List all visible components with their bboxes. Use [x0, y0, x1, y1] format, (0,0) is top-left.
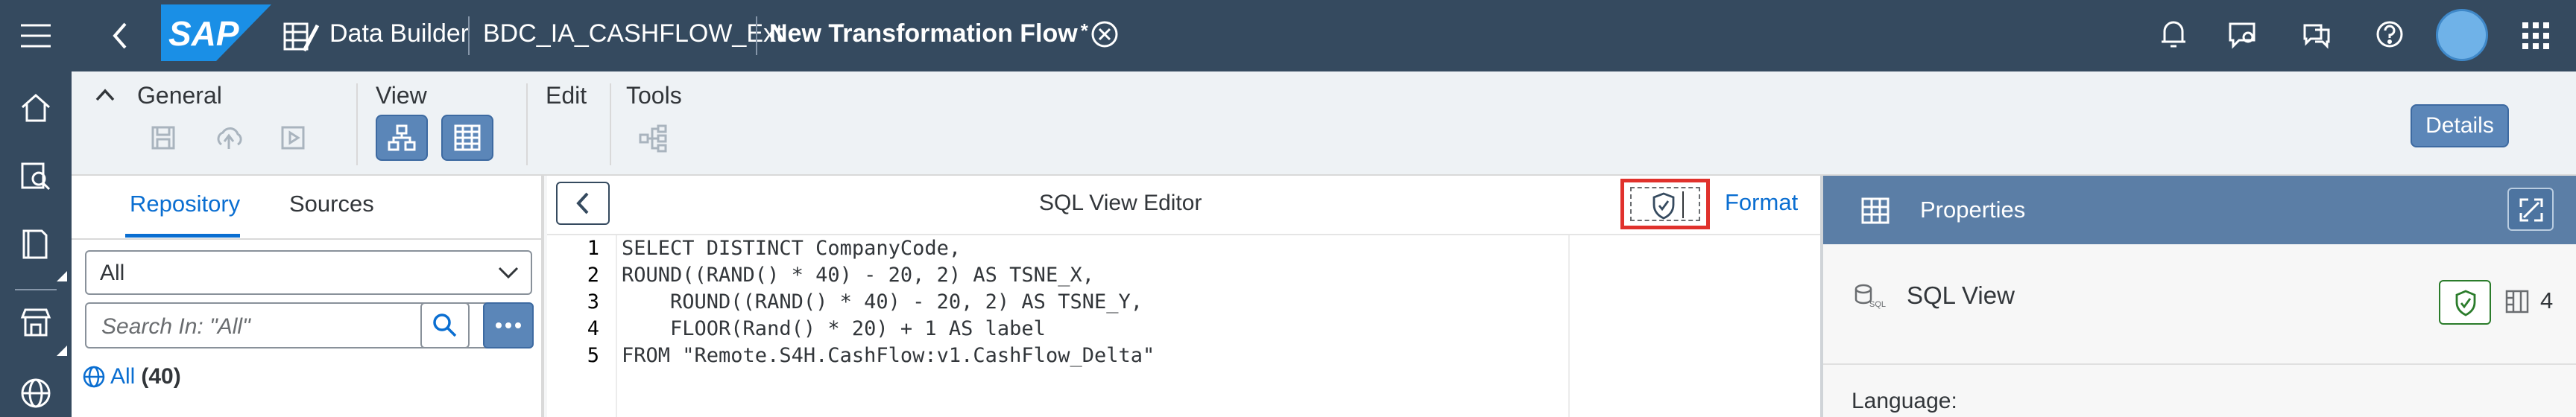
data-preview-button[interactable]: [441, 115, 493, 161]
discussions-icon[interactable]: [2300, 18, 2333, 51]
code-line: FROM "Remote.S4H.CashFlow:v1.CashFlow_De…: [622, 344, 1155, 367]
impact-lineage-button[interactable]: [626, 115, 678, 161]
save-button[interactable]: [137, 115, 189, 161]
tree-item-label: All: [110, 364, 136, 389]
column-count: 4: [2540, 287, 2554, 313]
flow-title: New Transformation Flow *: [769, 19, 1088, 48]
diagram-view-button[interactable]: [376, 115, 428, 161]
overflow-icon: [496, 322, 521, 328]
language-label: Language:: [1852, 389, 1957, 413]
code-line: SELECT DISTINCT CompanyCode,: [622, 237, 962, 260]
tools-group-label: Tools: [626, 82, 682, 109]
minimap-separator: [1568, 235, 1570, 417]
sql-editor-panel: SQL View Editor Format 1 2 3 4 5 SELECT …: [547, 176, 1820, 417]
nav-divider: [15, 289, 57, 290]
run-button[interactable]: [267, 115, 319, 161]
object-type-label: SQL View: [1907, 281, 2015, 309]
code-line: FLOOR(Rand() * 20) + 1 AS label: [622, 317, 1046, 340]
filter-select[interactable]: All: [85, 250, 532, 295]
properties-title: Properties: [1920, 197, 2026, 223]
properties-header: Properties: [1823, 176, 2576, 244]
editor-title: SQL View Editor: [1039, 191, 1202, 215]
validate-button[interactable]: [1620, 179, 1710, 229]
avatar[interactable]: [2436, 9, 2488, 61]
expand-arrow-icon: [57, 271, 67, 281]
code-area[interactable]: SELECT DISTINCT CompanyCode, ROUND((RAND…: [622, 235, 1561, 369]
code-line: ROUND((RAND() * 40) - 20, 2) AS TSNE_Y,: [622, 290, 1143, 313]
app-name[interactable]: Data Builder: [329, 19, 469, 48]
shell-separator: [756, 16, 757, 55]
marketplace-icon[interactable]: [19, 307, 52, 340]
toolbar-separator: [526, 83, 528, 165]
repository-panel: Repository Sources All Search In: "All" …: [72, 176, 544, 417]
edit-group-label: Edit: [546, 82, 587, 109]
fullscreen-button[interactable]: [2507, 188, 2554, 231]
toolbar: General View Edit Tools Details: [72, 71, 2576, 176]
data-access-icon[interactable]: [19, 159, 52, 192]
general-group-label: General: [137, 82, 222, 109]
deploy-button[interactable]: [203, 115, 255, 161]
collapse-panel-button[interactable]: [556, 182, 610, 225]
tab-sources[interactable]: Sources: [289, 191, 374, 217]
close-icon[interactable]: [1090, 19, 1120, 49]
search-icon: [433, 313, 457, 337]
sql-icon: SQL: [1854, 284, 1886, 309]
sap-logo[interactable]: SAP: [161, 4, 271, 61]
code-line: ROUND((RAND() * 40) - 20, 2) AS TSNE_X,: [622, 264, 1094, 287]
tab-repository[interactable]: Repository: [130, 191, 240, 217]
shell-bar: SAP Data Builder BDC_IA_CASHFLOW_Ext New…: [0, 0, 2576, 71]
validate-status-button[interactable]: [2439, 280, 2491, 325]
data-builder-icon: [282, 18, 321, 54]
shield-check-icon: [2455, 290, 2476, 316]
format-button[interactable]: Format: [1725, 189, 1798, 216]
fullscreen-icon: [2519, 198, 2543, 222]
shield-check-icon: [1652, 192, 1675, 220]
connections-icon[interactable]: [18, 375, 54, 411]
home-icon[interactable]: [19, 92, 52, 125]
tree-item-count: (40): [141, 364, 181, 389]
menu-icon[interactable]: [16, 21, 55, 51]
tree-item-all[interactable]: All (40): [82, 362, 181, 392]
properties-panel: Properties SQL SQL View 4 Language:: [1820, 176, 2576, 417]
columns-icon: [2505, 290, 2529, 313]
details-button[interactable]: Details: [2411, 104, 2509, 147]
toolbar-separator: [356, 83, 358, 165]
shell-separator: [468, 16, 470, 55]
tab-bar-border: [72, 238, 541, 240]
expand-arrow-icon: [57, 346, 67, 356]
toolbar-separator: [610, 83, 611, 165]
view-group-label: View: [376, 82, 427, 109]
more-options-button[interactable]: [483, 302, 534, 348]
collapse-toolbar-icon[interactable]: [94, 86, 116, 104]
search-button[interactable]: [420, 302, 470, 348]
feedback-icon[interactable]: [2226, 18, 2258, 51]
section-divider: [1823, 363, 2576, 365]
svg-text:SQL: SQL: [1869, 300, 1886, 309]
table-icon: [1861, 197, 1890, 224]
product-switch-icon[interactable]: [2521, 21, 2551, 51]
space-name[interactable]: BDC_IA_CASHFLOW_Ext: [483, 19, 783, 48]
help-icon[interactable]: [2373, 18, 2406, 51]
tab-active-indicator: [125, 234, 240, 238]
back-icon[interactable]: [109, 21, 131, 51]
side-navigation: [0, 71, 72, 417]
globe-icon: [83, 366, 105, 388]
gutter-separator: [616, 235, 617, 417]
catalog-icon[interactable]: [19, 226, 52, 262]
notifications-icon[interactable]: [2159, 18, 2188, 51]
chevron-down-icon: [498, 267, 519, 279]
chevron-left-icon: [576, 192, 589, 214]
line-numbers: 1 2 3 4 5: [587, 237, 599, 367]
